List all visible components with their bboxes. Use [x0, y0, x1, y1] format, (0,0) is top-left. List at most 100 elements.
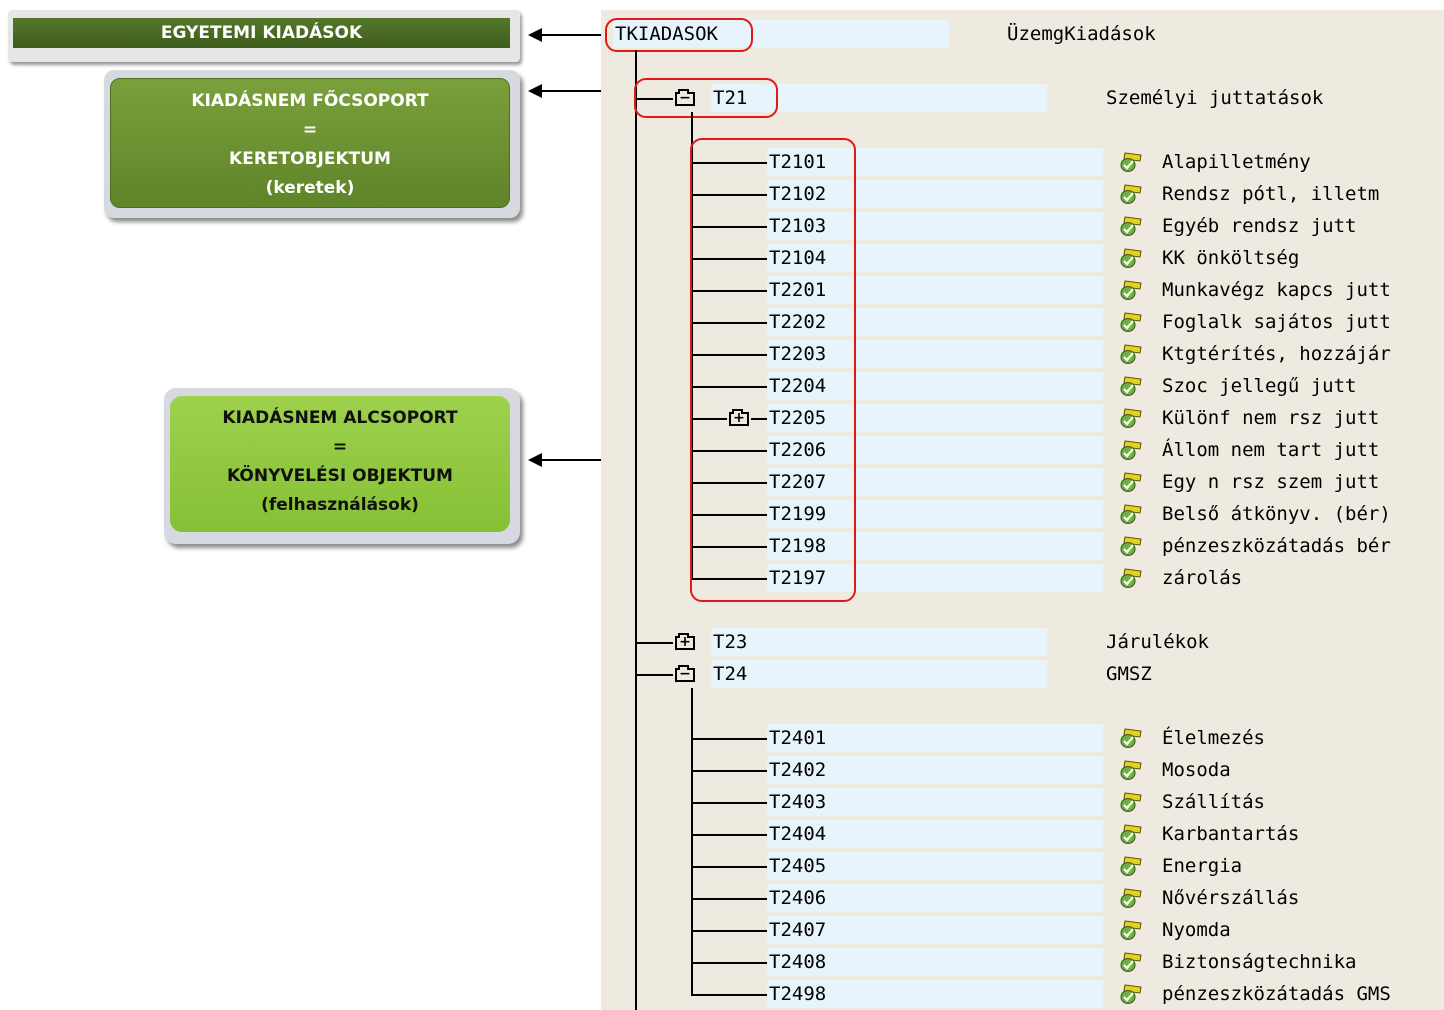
arrowhead: [528, 28, 542, 42]
posting-object-check-icon: [1119, 726, 1143, 750]
group-code[interactable]: T24: [713, 660, 747, 688]
leaf-description: Energia: [1162, 855, 1243, 877]
leaf-description: Állom nem tart jutt: [1162, 439, 1380, 461]
callout-university-expenses: EGYETEMI KIADÁSOK: [8, 10, 520, 62]
callout-main-group-line-4: (keretek): [265, 178, 355, 198]
leaf-description: KK önköltség: [1162, 247, 1300, 269]
leaf-connector: [691, 866, 767, 868]
callout-main-group-line-1: KIADÁSNEM FŐCSOPORT: [191, 91, 429, 111]
callout-sub-group-line-3: KÖNYVELÉSI OBJEKTUM: [227, 466, 453, 486]
leaf-code[interactable]: T2402: [769, 756, 826, 784]
callout-sub-group-line-1: KIADÁSNEM ALCSOPORT: [222, 408, 458, 428]
posting-object-check-icon: [1119, 854, 1143, 878]
leaf-connector: [691, 994, 767, 996]
leaf-description: Ktgtérítés, hozzájár: [1162, 343, 1391, 365]
leaf-code[interactable]: T2407: [769, 916, 826, 944]
callout-main-group-line-2: =: [302, 120, 318, 140]
plus-symbol: +: [679, 634, 691, 650]
leaf-description: Biztonságtechnika: [1162, 951, 1357, 973]
group-description: GMSZ: [1106, 663, 1152, 685]
leaf-code[interactable]: T2498: [769, 980, 826, 1008]
callout-sub-group-line-2: =: [332, 437, 348, 457]
leaf-description: Belső átkönyv. (bér): [1162, 503, 1391, 525]
posting-object-check-icon: [1119, 790, 1143, 814]
group-code-field[interactable]: [711, 660, 1047, 688]
posting-object-check-icon: [1119, 374, 1143, 398]
posting-object-check-icon: [1119, 982, 1143, 1006]
subgroup-highlight: [690, 138, 856, 602]
leaf-description: Karbantartás: [1162, 823, 1300, 845]
posting-object-check-icon: [1119, 566, 1143, 590]
posting-object-check-icon: [1119, 246, 1143, 270]
leaf-connector: [691, 834, 767, 836]
leaf-connector: [691, 962, 767, 964]
posting-object-check-icon: [1119, 278, 1143, 302]
folder-plus-icon[interactable]: +: [675, 633, 695, 650]
callout-main-group: KIADÁSNEM FŐCSOPORT = KERETOBJEKTUM (ker…: [104, 70, 520, 218]
leaf-description: Mosoda: [1162, 759, 1231, 781]
group-code-field[interactable]: [711, 628, 1047, 656]
leaf-description: Egy n rsz szem jutt: [1162, 471, 1380, 493]
leaf-description: pénzeszközátadás GMS: [1162, 983, 1391, 1005]
leaf-connector: [691, 738, 767, 740]
callout-sub-group-line-4: (felhasználások): [261, 495, 419, 515]
leaf-description: Nyomda: [1162, 919, 1231, 941]
group-highlight: [634, 78, 778, 118]
posting-object-check-icon: [1119, 310, 1143, 334]
posting-object-check-icon: [1119, 406, 1143, 430]
posting-object-check-icon: [1119, 470, 1143, 494]
posting-object-check-icon: [1119, 758, 1143, 782]
group-connector: [635, 674, 673, 676]
leaf-description: pénzeszközátadás bér: [1162, 535, 1391, 557]
callout-sub-group: KIADÁSNEM ALCSOPORT = KÖNYVELÉSI OBJEKTU…: [164, 388, 520, 544]
arrowhead: [528, 84, 542, 98]
minus-symbol: −: [679, 666, 691, 682]
group-code[interactable]: T23: [713, 628, 747, 656]
leaf-connector: [691, 770, 767, 772]
leaf-code[interactable]: T2408: [769, 948, 826, 976]
posting-object-check-icon: [1119, 214, 1143, 238]
leaf-code[interactable]: T2406: [769, 884, 826, 912]
arrow-to-top-callout: [528, 28, 606, 42]
posting-object-check-icon: [1119, 150, 1143, 174]
posting-object-check-icon: [1119, 822, 1143, 846]
group-description: Járulékok: [1106, 631, 1209, 653]
subtree-line: [691, 688, 693, 996]
posting-object-check-icon: [1119, 502, 1143, 526]
leaf-connector: [691, 802, 767, 804]
callout-main-group-line-3: KERETOBJEKTUM: [229, 149, 391, 169]
posting-object-check-icon: [1119, 342, 1143, 366]
posting-object-check-icon: [1119, 182, 1143, 206]
posting-object-check-icon: [1119, 534, 1143, 558]
tree-trunk: [635, 50, 637, 1010]
leaf-description: Munkavégz kapcs jutt: [1162, 279, 1391, 301]
leaf-description: Rendsz pótl, illetm: [1162, 183, 1380, 205]
callout-university-expenses-label: EGYETEMI KIADÁSOK: [13, 18, 510, 48]
leaf-connector: [691, 930, 767, 932]
leaf-description: Foglalk sajátos jutt: [1162, 311, 1391, 333]
folder-minus-icon[interactable]: −: [675, 665, 695, 682]
posting-object-check-icon: [1119, 886, 1143, 910]
leaf-code[interactable]: T2403: [769, 788, 826, 816]
leaf-code[interactable]: T2401: [769, 724, 826, 752]
leaf-code[interactable]: T2405: [769, 852, 826, 880]
leaf-description: Élelmezés: [1162, 727, 1265, 749]
leaf-description: Szoc jellegű jutt: [1162, 375, 1357, 397]
leaf-description: Nővérszállás: [1162, 887, 1300, 909]
root-highlight: [605, 18, 753, 52]
leaf-code[interactable]: T2404: [769, 820, 826, 848]
leaf-description: Különf nem rsz jutt: [1162, 407, 1380, 429]
leaf-description: Egyéb rendsz jutt: [1162, 215, 1357, 237]
leaf-description: Alapilletmény: [1162, 151, 1311, 173]
posting-object-check-icon: [1119, 950, 1143, 974]
arrowhead: [528, 453, 542, 467]
leaf-description: Szállítás: [1162, 791, 1265, 813]
group-description: Személyi juttatások: [1106, 87, 1324, 109]
root-description: ÜzemgKiadások: [1007, 23, 1156, 45]
hierarchy-tree-panel: TKIADASOK ÜzemgKiadások − T21 Személyi jutta…: [601, 10, 1444, 1010]
posting-object-check-icon: [1119, 438, 1143, 462]
posting-object-check-icon: [1119, 918, 1143, 942]
leaf-connector: [691, 898, 767, 900]
leaf-description: zárolás: [1162, 567, 1243, 589]
group-connector: [635, 642, 673, 644]
